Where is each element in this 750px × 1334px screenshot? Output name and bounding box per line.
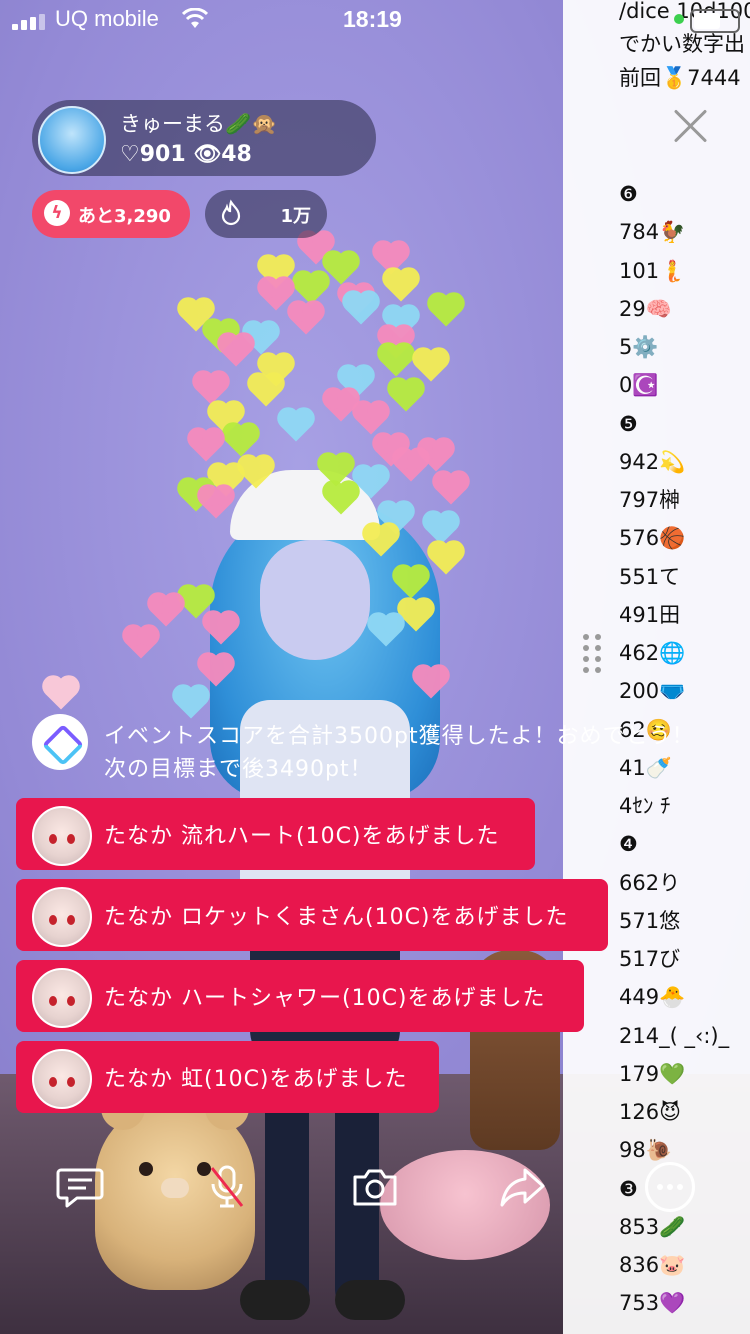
list-item: 571悠 [619, 908, 681, 933]
list-item: 784🐓 [619, 220, 686, 245]
comment-icon [56, 1168, 104, 1208]
camera-button[interactable] [350, 1162, 400, 1212]
status-bar: UQ mobile 18:19 [0, 0, 560, 40]
list-item: ❹ [619, 832, 638, 857]
list-item: 491田 [619, 602, 681, 627]
gift-message: たなか ハートシャワー(10C)をあげました [16, 960, 584, 1032]
drag-handle-icon[interactable] [583, 634, 607, 674]
wifi-icon [182, 8, 208, 28]
list-item: 576🏀 [619, 526, 686, 551]
streamer-stats: ♡901 👁48 [120, 142, 252, 167]
gift-message-text: たなか 虹(10C)をあげました [104, 1067, 408, 1092]
list-item: 5⚙️ [619, 335, 659, 359]
mic-toggle-button[interactable] [202, 1162, 252, 1212]
list-item: 101🧜 [619, 258, 686, 283]
share-button[interactable] [497, 1162, 547, 1212]
list-item: 853🥒 [619, 1214, 686, 1239]
list-item: 4ｾﾝ ﾁ [619, 794, 671, 818]
list-item: ❺ [619, 411, 638, 436]
status-time: 18:19 [343, 6, 402, 32]
comment-button[interactable] [55, 1162, 105, 1212]
gift-message-text: たなか ハートシャワー(10C)をあげました [104, 986, 546, 1011]
list-item: ❻ [619, 182, 638, 206]
share-icon [500, 1168, 545, 1207]
avatar[interactable] [38, 106, 106, 174]
list-item: 200🩲 [619, 679, 686, 704]
battery-icon [690, 9, 740, 33]
flame-icon [221, 199, 241, 226]
list-item: 753💜 [619, 1291, 686, 1316]
signal-icon [12, 14, 45, 30]
panel-header-line: でかい数字出 [619, 32, 745, 56]
event-points-label: あと3,290 [78, 206, 171, 227]
list-item: 126😈 [619, 1100, 681, 1124]
list-item: 551て [619, 564, 681, 589]
carrier-name: UQ mobile [55, 6, 159, 31]
gift-message-text: たなか ロケットくまさん(10C)をあげました [104, 905, 569, 930]
list-item: 29🧠 [619, 296, 672, 321]
more-button[interactable] [645, 1162, 695, 1212]
close-icon[interactable] [671, 106, 711, 146]
fire-score-label: 1万 [280, 206, 311, 227]
gift-message-text: たなか 流れハート(10C)をあげました [104, 824, 500, 849]
avatar[interactable] [32, 806, 92, 866]
list-item: 214_( _‹:)_ [619, 1023, 730, 1048]
streamer-profile[interactable]: きゅーまる🥒🙊 ♡901 👁48 [32, 100, 376, 176]
list-item: 797榊 [619, 488, 681, 512]
mic-muted-icon [210, 1165, 244, 1208]
streamer-name: きゅーまる🥒🙊 [120, 112, 278, 136]
gift-message: たなか ロケットくまさん(10C)をあげました [16, 879, 608, 951]
list-item: 0☪️ [619, 373, 659, 398]
avatar[interactable] [32, 968, 92, 1028]
more-icon [657, 1184, 683, 1190]
privacy-indicator [674, 14, 684, 24]
list-item: 942💫 [619, 449, 686, 474]
list-item: 179💚 [619, 1061, 686, 1086]
panel-header-line: 前回🥇7444 [619, 66, 741, 90]
camera-icon [353, 1169, 397, 1206]
event-points-badge[interactable]: ϟ あと3,290 [32, 190, 190, 238]
gift-message: たなか 流れハート(10C)をあげました [16, 798, 535, 870]
dice-notes-panel[interactable]: /dice 10d100 でかい数字出 前回🥇7444 ❻ 784🐓 101🧜 … [563, 0, 750, 1334]
avatar[interactable] [32, 1049, 92, 1109]
list-item: 462🌐 [619, 641, 686, 665]
list-item: 836🐷 [619, 1253, 686, 1277]
list-item: 517び [619, 947, 681, 971]
list-item: 449🐣 [619, 985, 686, 1010]
lightning-icon: ϟ [44, 200, 70, 226]
app-logo-icon [32, 714, 88, 770]
list-item: 662り [619, 870, 681, 895]
gift-message: たなか 虹(10C)をあげました [16, 1041, 439, 1113]
avatar[interactable] [32, 887, 92, 947]
fire-score-badge[interactable]: 1万 [205, 190, 327, 238]
system-message-text: イベントスコアを合計3500pt獲得したよ！おめでとう！次の目標まで後3490p… [104, 724, 695, 782]
